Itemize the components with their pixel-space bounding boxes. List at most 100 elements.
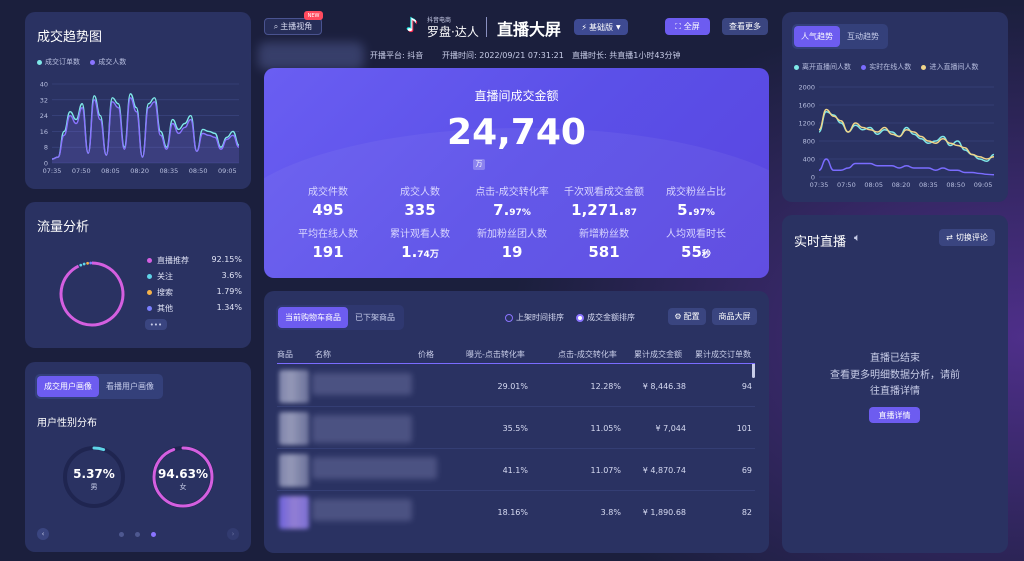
fullscreen-button[interactable]: ⛶ 全屏: [665, 18, 710, 35]
metric-2: 点击-成交转化率 7.97%: [466, 183, 558, 219]
y-tick-label: 2000: [798, 84, 815, 92]
product-thumbnail: [279, 412, 309, 445]
live-detail-button[interactable]: 直播详情: [869, 407, 920, 423]
x-tick-label: 09:05: [218, 167, 237, 175]
metric-8: 新增粉丝数 581: [558, 225, 650, 261]
douyin-logo-icon: ♪: [406, 15, 418, 36]
live-angle-button[interactable]: ⌕ 主播视角: [264, 18, 322, 35]
metric-label: 新增粉丝数: [579, 229, 629, 240]
product-name-redacted: [312, 415, 412, 443]
metric-value-suffix: 秒: [701, 250, 711, 260]
traffic-more-button[interactable]: •••: [145, 319, 167, 330]
view-more-button[interactable]: 查看更多: [722, 18, 768, 35]
metric-label: 平均在线人数: [298, 229, 358, 240]
tab-viewer-portrait[interactable]: 看播用户画像: [99, 376, 161, 397]
metric-value: 581: [558, 243, 650, 261]
traffic-item: 搜索 1.79%: [147, 287, 242, 303]
popularity-card: 人气趋势 互动趋势 离开直播间人数 实时在线人数 进入直播间人数 0 400 800…: [782, 12, 1008, 202]
metric-value: 1.74万: [374, 243, 466, 261]
product-name-redacted: [312, 373, 412, 395]
cell-ctr: 35.5%: [502, 424, 528, 433]
next-arrow-icon[interactable]: ›: [227, 528, 239, 540]
traffic-legend: 直播推荐 92.15% 关注 3.6% 搜索 1.79% 其他 1.34%: [147, 255, 242, 319]
traffic-item: 其他 1.34%: [147, 303, 242, 319]
metric-0: 成交件数 495: [282, 183, 374, 219]
product-name-redacted: [312, 457, 437, 479]
tab-removed-products[interactable]: 已下架商品: [348, 307, 402, 328]
sort-by-time-radio[interactable]: 上架时间排序: [505, 312, 564, 323]
traffic-item-name: 关注: [157, 272, 173, 281]
metric-label: 成交人数: [400, 187, 440, 198]
metric-value-main: 5.: [677, 201, 694, 219]
metric-label: 成交件数: [308, 187, 348, 198]
x-tick-label: 08:20: [130, 167, 149, 175]
mute-icon[interactable]: 🔈︎: [854, 231, 861, 245]
x-tick-label: 08:50: [946, 181, 965, 189]
switch-comments-button[interactable]: ⇄ 切换评论: [939, 229, 995, 246]
traffic-item-name: 直播推荐: [157, 256, 189, 265]
x-tick-label: 08:05: [864, 181, 883, 189]
x-tick-label: 09:05: [974, 181, 993, 189]
series-line-1: [818, 158, 995, 176]
sort-by-gmv-radio[interactable]: 成交金额排序: [576, 312, 635, 323]
gmv-unit: 万: [473, 159, 485, 170]
product-thumbnail: [279, 454, 309, 487]
col-cvr: 点击-成交转化率: [558, 350, 617, 359]
traffic-item: 关注 3.6%: [147, 271, 242, 287]
y-tick-label: 1600: [798, 102, 815, 110]
live-hint-line2: 往直播详情: [870, 386, 920, 397]
traffic-item-pct: 1.34%: [216, 303, 242, 312]
portrait-card: 成交用户画像 看播用户画像 用户性别分布 5.37% 男 94.63% 女 ‹ …: [25, 362, 251, 552]
x-tick-label: 08:05: [101, 167, 120, 175]
cell-orders: 94: [741, 382, 752, 391]
metric-label: 千次观看成交金额: [564, 187, 644, 198]
y-tick-label: 1200: [798, 120, 815, 128]
traffic-item-name: 搜索: [157, 288, 173, 297]
radio-checked-icon: [576, 313, 584, 322]
metric-5: 平均在线人数 191: [282, 225, 374, 261]
metric-value: 495: [282, 201, 374, 219]
brand-name: 罗盘·达人: [427, 25, 479, 39]
col-name: 名称: [315, 350, 331, 359]
cell-orders: 69: [741, 466, 752, 475]
config-button[interactable]: ⚙ 配置: [668, 308, 706, 325]
donut-slice: [59, 261, 125, 327]
gmv-value: 24,740: [447, 112, 586, 153]
col-gmv: 累计成交金额: [634, 350, 682, 359]
x-tick-label: 07:35: [43, 167, 62, 175]
metric-value: 7.97%: [466, 201, 558, 219]
chevron-down-icon: ▼: [616, 23, 621, 31]
carousel-dot-3[interactable]: [151, 532, 156, 537]
tab-current-products[interactable]: 当前购物车商品: [278, 307, 348, 328]
y-tick-label: 800: [803, 138, 815, 146]
prev-arrow-icon[interactable]: ‹: [37, 528, 49, 540]
metric-value-main: 1.: [401, 243, 418, 261]
male-label: 男: [90, 483, 98, 491]
traffic-item: 直播推荐 92.15%: [147, 255, 242, 271]
metric-value-suffix: 87: [624, 208, 637, 218]
cell-orders: 101: [736, 424, 752, 433]
cell-cvr: 3.8%: [600, 508, 621, 517]
bolt-icon: ⚡: [581, 22, 587, 32]
metric-9: 人均观看时长 55秒: [650, 225, 742, 261]
edition-select[interactable]: ⚡ 基础版 ▼: [574, 19, 628, 35]
metric-value-main: 495: [312, 201, 344, 219]
cell-ctr: 41.1%: [502, 466, 528, 475]
product-big-screen-button[interactable]: 商品大屏: [712, 308, 757, 325]
gender-subtitle: 用户性别分布: [37, 418, 97, 429]
carousel-dot-2[interactable]: [135, 532, 140, 537]
header-divider: [486, 17, 487, 37]
switch-icon: ⇄: [946, 233, 953, 242]
metric-value: 55秒: [650, 243, 742, 261]
portrait-tabs: 成交用户画像 看播用户画像: [35, 374, 163, 399]
product-tabs: 当前购物车商品 已下架商品: [276, 305, 404, 330]
expand-icon: ⛶: [675, 21, 681, 31]
cell-gmv: ¥ 1,890.68: [642, 508, 686, 517]
carousel-dot-1[interactable]: [119, 532, 124, 537]
trend-chart: 081624324007:35 07:50 08:05 08:20 08:35 08:50…: [40, 81, 240, 175]
cell-cvr: 12.28%: [590, 382, 621, 391]
metric-value: 5.97%: [650, 201, 742, 219]
live-card: 实时直播 🔈︎ ⇄ 切换评论 直播已结束 查看更多明细数据分析，请前 往直播详情 …: [782, 215, 1008, 553]
tab-buyer-portrait[interactable]: 成交用户画像: [37, 376, 99, 397]
x-tick-label: 08:20: [892, 181, 911, 189]
